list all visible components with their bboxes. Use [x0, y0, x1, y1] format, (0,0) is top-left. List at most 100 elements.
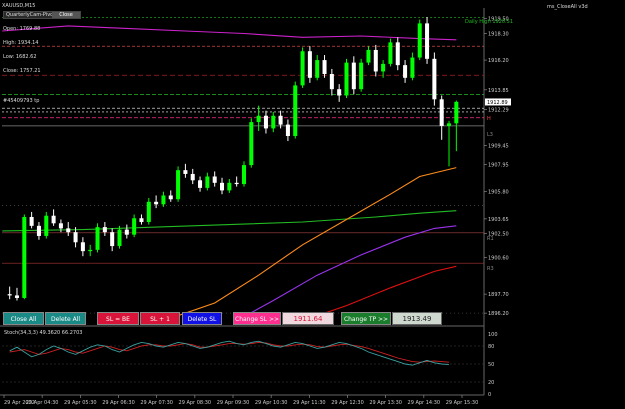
time-tick-label: 29 Apr 13:30 — [369, 400, 402, 406]
delete-all-button[interactable]: Delete All — [45, 312, 86, 325]
candle-body — [7, 294, 12, 296]
level-label-h: H — [487, 116, 491, 122]
delete-sl-button[interactable]: Delete SL — [182, 312, 222, 325]
price-tick-label: 1913.85 — [488, 88, 509, 94]
candle-body — [132, 218, 137, 235]
candle[interactable] — [146, 198, 151, 225]
candle-body — [198, 180, 203, 188]
candle-body — [271, 115, 276, 129]
candle-body — [300, 51, 305, 86]
candle[interactable] — [359, 58, 364, 92]
ea-name-label: ms_CloseAll v3d — [547, 4, 588, 10]
candle-body — [176, 170, 181, 200]
candle[interactable] — [344, 58, 349, 99]
pivot-panel-close-button[interactable]: Close — [52, 12, 80, 18]
price-tick-label: 1916.20 — [488, 58, 509, 64]
candle-body — [359, 62, 364, 90]
candle-body — [263, 115, 268, 129]
candle-body — [425, 23, 430, 59]
candle[interactable] — [293, 81, 298, 139]
candle-body — [14, 295, 19, 298]
candle[interactable] — [44, 211, 49, 239]
panel-high: High: 1934.14 — [3, 40, 39, 46]
panel-low: Low: 1682.62 — [3, 54, 37, 60]
time-tick-label: 29 Apr 06:30 — [102, 400, 135, 406]
candle-body — [234, 182, 239, 185]
candle-body — [227, 182, 232, 191]
tp-value-field[interactable]: 1913.49 — [392, 312, 442, 325]
price-tick-label: 1905.80 — [488, 190, 509, 196]
candle[interactable] — [249, 118, 254, 168]
price-tick-label: 1918.30 — [488, 32, 509, 38]
time-tick-label: 29 Apr 14:30 — [408, 400, 441, 406]
sl-breakeven-button[interactable]: SL = BE — [97, 312, 139, 325]
price-tick-label: 1909.45 — [488, 143, 509, 149]
candle-body — [285, 124, 290, 136]
level-label-r3: R3 — [487, 266, 494, 272]
level-label-l3: L3 — [487, 132, 493, 138]
candle[interactable] — [95, 223, 100, 253]
change-sl-button[interactable]: Change SL >> — [233, 312, 281, 325]
time-tick-label: 29 Apr 12:30 — [331, 400, 364, 406]
candle-body — [278, 115, 283, 125]
price-tick-label: 1903.65 — [488, 217, 509, 223]
candle-body — [146, 201, 151, 223]
price-tick-label: 1912.29 — [488, 108, 509, 114]
candle-body — [58, 223, 63, 229]
level-label-r1: R1 — [487, 236, 494, 242]
candle-body — [102, 227, 107, 233]
candle[interactable] — [241, 161, 246, 187]
candle-body — [322, 60, 327, 74]
candle-body — [117, 229, 122, 247]
candle-body — [80, 242, 85, 252]
candle-body — [381, 63, 386, 72]
close-all-button[interactable]: Close All — [3, 312, 44, 325]
candle[interactable] — [307, 46, 312, 83]
candle-body — [29, 216, 34, 226]
candle[interactable] — [22, 214, 27, 300]
candle-body — [66, 228, 71, 233]
candle-body — [124, 229, 129, 235]
candle-body — [337, 89, 342, 96]
candle-body — [454, 101, 459, 124]
order-label: #45409793 tp — [3, 98, 39, 104]
stoch-axis-label: 80 — [488, 344, 494, 350]
candle-body — [432, 58, 437, 100]
candle-body — [293, 85, 298, 136]
candle-body — [139, 218, 144, 223]
stoch-label: Stoch(34,3,3) 49.3620 66.2703 — [4, 330, 82, 336]
candle-body — [373, 49, 378, 72]
candle[interactable] — [417, 19, 422, 61]
candle-body — [417, 23, 422, 58]
pivot-panel-name: QuarterlyCam-Pivots — [6, 12, 58, 18]
time-tick-label: 29 Apr 10:30 — [255, 400, 288, 406]
candle-body — [168, 195, 173, 200]
candle[interactable] — [176, 166, 181, 202]
daily-high-label: Daily High 1920.51 — [465, 19, 513, 25]
candle[interactable] — [388, 38, 393, 67]
candle[interactable] — [432, 52, 437, 106]
candle-body — [403, 65, 408, 78]
candle[interactable] — [425, 17, 430, 64]
price-tick-label: 1907.95 — [488, 162, 509, 168]
price-tick-label: 1896.20 — [488, 311, 509, 317]
candle-body — [395, 42, 400, 66]
candle-body — [212, 176, 217, 183]
time-tick-label: 29 Apr 07:30 — [140, 400, 173, 406]
pivot-panel-title[interactable]: QuarterlyCam-Pivots Close — [3, 11, 81, 19]
chart-canvas[interactable]: 1919.501918.301916.201913.851912.291909.… — [0, 0, 625, 409]
stoch-axis-label: 50 — [488, 362, 494, 368]
candle-body — [241, 165, 246, 185]
candle[interactable] — [300, 47, 305, 88]
candle-body — [388, 42, 393, 64]
candle-body — [51, 215, 56, 224]
candle-body — [366, 49, 371, 63]
candle-body — [351, 62, 356, 90]
change-tp-button[interactable]: Change TP >> — [341, 312, 391, 325]
candle-body — [190, 173, 195, 181]
panel-open: Open: 1769.88 — [3, 26, 41, 32]
sl-value-field[interactable]: 1911.64 — [282, 312, 334, 325]
sl-plus-one-button[interactable]: SL + 1 — [140, 312, 180, 325]
candle-body — [205, 176, 210, 188]
time-tick-label: 29 Apr 05:30 — [64, 400, 97, 406]
